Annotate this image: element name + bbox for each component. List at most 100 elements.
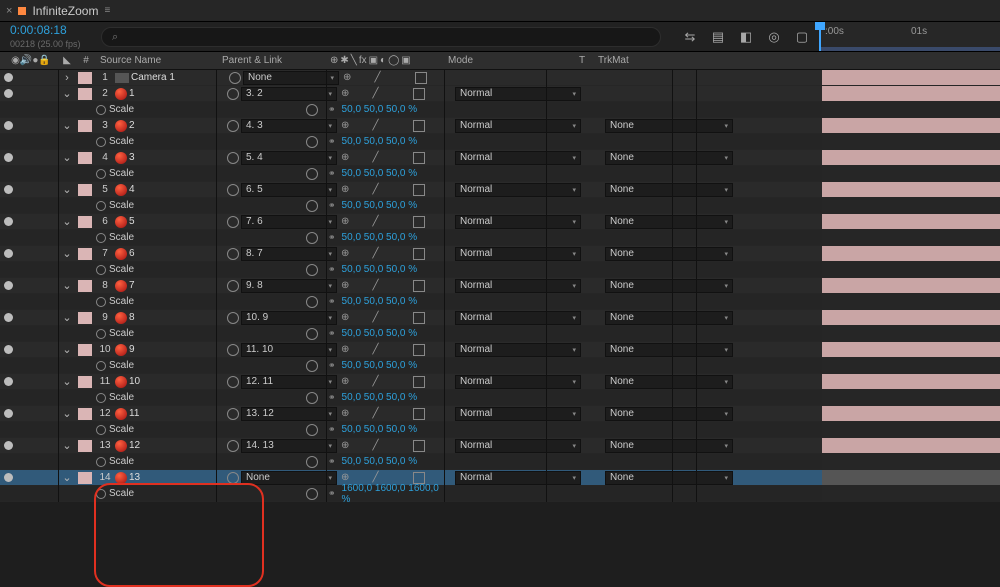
parent-dropdown[interactable]: 5. 4▾ bbox=[241, 151, 337, 165]
twirl-cell[interactable]: ⌄ bbox=[58, 119, 76, 132]
mode-dropdown[interactable]: Normal▾ bbox=[455, 247, 581, 261]
scale-value[interactable]: 50,0 50,0 50,0 % bbox=[342, 200, 418, 211]
label-color[interactable] bbox=[78, 472, 92, 484]
link-icon[interactable]: ⚭ bbox=[328, 456, 336, 467]
collapse-sw[interactable]: ⊕ bbox=[343, 72, 351, 83]
collapse-sw[interactable]: ⊕ bbox=[341, 152, 349, 163]
collapse-sw[interactable]: ⊕ bbox=[341, 184, 349, 195]
parent-dropdown[interactable]: None▾ bbox=[241, 471, 337, 485]
twirl-cell[interactable]: ⌄ bbox=[58, 183, 76, 196]
trkmat-dropdown[interactable]: None▾ bbox=[605, 151, 733, 165]
stopwatch-icon[interactable] bbox=[96, 137, 106, 147]
twirl-cell[interactable]: ⌄ bbox=[58, 279, 76, 292]
expression-pickwhip-icon[interactable] bbox=[306, 104, 318, 116]
mode-dropdown[interactable]: Normal▾ bbox=[455, 87, 581, 101]
parent-dropdown[interactable]: 12. 11▾ bbox=[241, 375, 337, 389]
pickwhip-icon[interactable] bbox=[227, 120, 239, 132]
scale-value[interactable]: 50,0 50,0 50,0 % bbox=[342, 264, 418, 275]
pickwhip-icon[interactable] bbox=[227, 472, 239, 484]
3d-sw[interactable] bbox=[413, 88, 425, 100]
source-col-head[interactable]: Source Name bbox=[96, 55, 216, 66]
layer-bar[interactable] bbox=[822, 342, 1000, 358]
parent-dropdown[interactable]: 14. 13▾ bbox=[241, 439, 337, 453]
parent-dropdown[interactable]: 3. 2▾ bbox=[241, 87, 337, 101]
property-track[interactable] bbox=[822, 326, 1000, 342]
visibility-toggle[interactable] bbox=[4, 377, 13, 386]
visibility-toggle[interactable] bbox=[4, 281, 13, 290]
mode-dropdown[interactable]: Normal▾ bbox=[455, 311, 581, 325]
mode-dropdown[interactable]: Normal▾ bbox=[455, 151, 581, 165]
pickwhip-icon[interactable] bbox=[227, 440, 239, 452]
label-color[interactable] bbox=[78, 120, 92, 132]
expression-pickwhip-icon[interactable] bbox=[306, 136, 318, 148]
layer-bar[interactable] bbox=[822, 278, 1000, 294]
label-color[interactable] bbox=[78, 344, 92, 356]
layer-name[interactable]: 8 bbox=[127, 312, 227, 323]
pickwhip-icon[interactable] bbox=[227, 184, 239, 196]
link-icon[interactable]: ⚭ bbox=[328, 424, 336, 435]
visibility-toggle[interactable] bbox=[4, 313, 13, 322]
quality-sw[interactable]: ╱ bbox=[373, 152, 379, 163]
mode-dropdown[interactable]: Normal▾ bbox=[455, 215, 581, 229]
layer-bar[interactable] bbox=[822, 118, 1000, 134]
panel-title[interactable]: InfiniteZoom bbox=[32, 4, 98, 18]
panel-menu-icon[interactable]: ≡ bbox=[104, 5, 110, 16]
mode-col-head[interactable]: Mode bbox=[444, 55, 570, 66]
property-track[interactable] bbox=[822, 230, 1000, 246]
trkmat-dropdown[interactable]: None▾ bbox=[605, 215, 733, 229]
trkmat-col-head[interactable]: TrkMat bbox=[594, 55, 722, 66]
layer-bar[interactable] bbox=[822, 310, 1000, 326]
twirl-cell[interactable]: ⌄ bbox=[58, 375, 76, 388]
layer-name[interactable]: 10 bbox=[127, 376, 227, 387]
link-icon[interactable]: ⚭ bbox=[328, 488, 336, 499]
mode-dropdown[interactable]: Normal▾ bbox=[455, 471, 581, 485]
pickwhip-icon[interactable] bbox=[227, 408, 239, 420]
pickwhip-icon[interactable] bbox=[227, 88, 239, 100]
link-icon[interactable]: ⚭ bbox=[328, 136, 336, 147]
visibility-toggle[interactable] bbox=[4, 217, 13, 226]
visibility-toggle[interactable] bbox=[4, 185, 13, 194]
stopwatch-icon[interactable] bbox=[96, 233, 106, 243]
quality-sw[interactable]: ╱ bbox=[375, 72, 381, 83]
stopwatch-icon[interactable] bbox=[96, 201, 106, 211]
scale-value[interactable]: 50,0 50,0 50,0 % bbox=[342, 456, 418, 467]
layer-bar[interactable] bbox=[822, 438, 1000, 454]
mode-dropdown[interactable]: Normal▾ bbox=[455, 375, 581, 389]
stopwatch-icon[interactable] bbox=[96, 393, 106, 403]
3d-sw[interactable] bbox=[413, 120, 425, 132]
shy-icon[interactable]: ◧ bbox=[737, 28, 755, 46]
visibility-toggle[interactable] bbox=[4, 345, 13, 354]
parent-dropdown[interactable]: 8. 7▾ bbox=[241, 247, 337, 261]
expression-pickwhip-icon[interactable] bbox=[306, 392, 318, 404]
trkmat-dropdown[interactable]: None▾ bbox=[605, 247, 733, 261]
scale-value[interactable]: 50,0 50,0 50,0 % bbox=[342, 328, 418, 339]
layer-bar[interactable] bbox=[822, 214, 1000, 230]
layer-name[interactable]: 7 bbox=[127, 280, 227, 291]
layer-name[interactable]: 4 bbox=[127, 184, 227, 195]
scale-value[interactable]: 50,0 50,0 50,0 % bbox=[342, 392, 418, 403]
expression-pickwhip-icon[interactable] bbox=[306, 328, 318, 340]
layer-name[interactable]: 3 bbox=[127, 152, 227, 163]
link-icon[interactable]: ⚭ bbox=[328, 200, 336, 211]
mode-dropdown[interactable]: Normal▾ bbox=[455, 119, 581, 133]
layer-bar[interactable] bbox=[822, 406, 1000, 422]
scale-value[interactable]: 1600,0 1600,0 1600,0 % bbox=[342, 483, 442, 505]
pickwhip-icon[interactable] bbox=[227, 152, 239, 164]
visibility-toggle[interactable] bbox=[4, 249, 13, 258]
layer-bar[interactable] bbox=[822, 70, 1000, 86]
collapse-sw[interactable]: ⊕ bbox=[341, 248, 349, 259]
mode-dropdown[interactable]: Normal▾ bbox=[455, 279, 581, 293]
twirl-cell[interactable]: ⌄ bbox=[58, 311, 76, 324]
trkmat-dropdown[interactable]: None▾ bbox=[605, 279, 733, 293]
comp-flow-icon[interactable]: ⇆ bbox=[681, 28, 699, 46]
property-track[interactable] bbox=[822, 198, 1000, 214]
quality-sw[interactable]: ╱ bbox=[373, 376, 379, 387]
quality-sw[interactable]: ╱ bbox=[373, 440, 379, 451]
link-icon[interactable]: ⚭ bbox=[328, 392, 336, 403]
lock-col-icon[interactable]: 🔒 bbox=[38, 55, 50, 66]
visibility-toggle[interactable] bbox=[4, 73, 13, 82]
pickwhip-icon[interactable] bbox=[227, 216, 239, 228]
trkmat-dropdown[interactable]: None▾ bbox=[605, 343, 733, 357]
visibility-toggle[interactable] bbox=[4, 409, 13, 418]
trkmat-dropdown[interactable]: None▾ bbox=[605, 119, 733, 133]
